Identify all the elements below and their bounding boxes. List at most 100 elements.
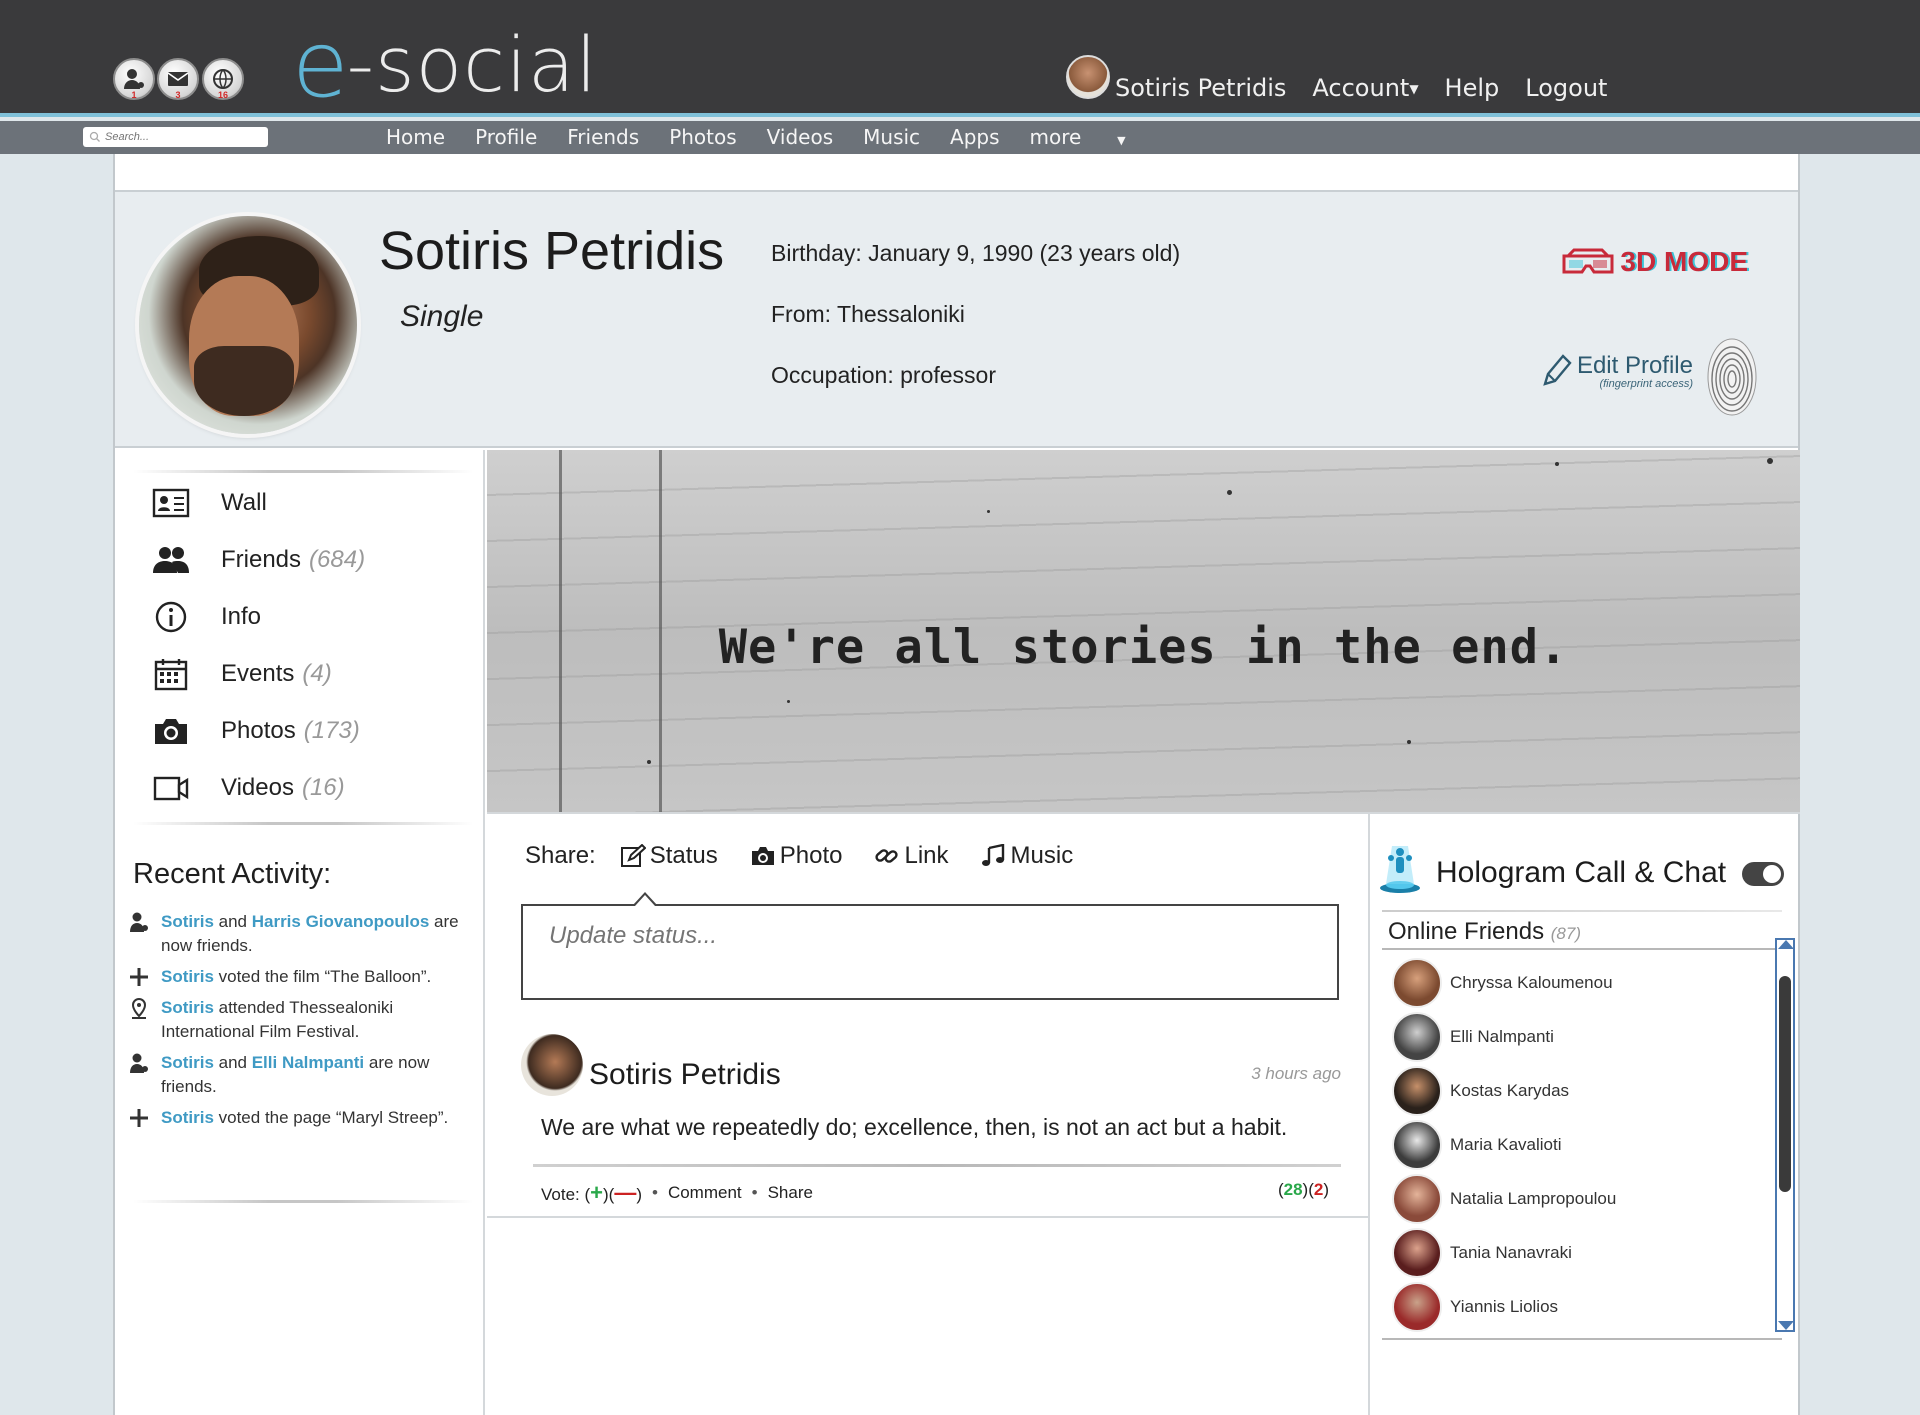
list-item[interactable]: Chryssa Kaloumenou	[1392, 958, 1613, 1008]
activity-link[interactable]: Sotiris	[161, 998, 214, 1017]
divider	[133, 1200, 473, 1203]
post-text: We are what we repeatedly do; excellence…	[541, 1114, 1288, 1140]
plus-icon	[130, 1109, 148, 1127]
nav-apps[interactable]: Apps	[950, 125, 1000, 149]
sidebar-item-friends[interactable]: Friends (684)	[133, 531, 473, 588]
activity-item: Sotiris attended Thessealoniki Internati…	[127, 996, 477, 1044]
activity-item: Sotiris voted the film “The Balloon”.	[127, 965, 477, 989]
activity-link[interactable]: Sotiris	[161, 912, 214, 931]
list-item[interactable]: Elli Nalmpanti	[1392, 1012, 1554, 1062]
nav-more[interactable]: more ▼	[1030, 125, 1156, 149]
caret-down-icon: ▼	[1117, 134, 1126, 147]
nav-music[interactable]: Music	[863, 125, 920, 149]
edit-profile-label: Edit Profile	[1576, 352, 1693, 379]
profile-info: Birthday: January 9, 1990 (23 years old)…	[771, 242, 1180, 425]
sidebar-item-wall[interactable]: Wall	[133, 474, 473, 531]
scroll-down-icon[interactable]	[1778, 1321, 1794, 1330]
share-status-label: Status	[649, 842, 718, 869]
3d-mode-label: 3D MODE	[1620, 246, 1748, 277]
list-item[interactable]: Kostas Karydas	[1392, 1066, 1569, 1116]
activity-item: Sotiris voted the page “Maryl Streep”.	[127, 1106, 477, 1130]
scroll-up-icon[interactable]	[1778, 940, 1794, 949]
share-photo-button[interactable]: Photo	[750, 842, 842, 870]
messages-button[interactable]: 3	[157, 58, 199, 100]
list-item[interactable]: Maria Kavalioti	[1392, 1120, 1562, 1170]
divider	[487, 1216, 1370, 1218]
profile-picture[interactable]	[139, 216, 357, 434]
post-author[interactable]: Sotiris Petridis	[589, 1058, 781, 1092]
music-note-icon	[981, 844, 1004, 866]
divider	[533, 1164, 1341, 1167]
sidebar-item-photos[interactable]: Photos (173)	[133, 702, 473, 759]
avatar	[1392, 958, 1442, 1008]
fingerprint-icon[interactable]	[1706, 337, 1758, 417]
logo[interactable]: e -social	[292, 19, 598, 111]
list-item[interactable]: Tania Nanavraki	[1392, 1228, 1572, 1278]
vote-counts: (28)(2)	[1277, 1180, 1329, 1199]
online-friends-count: (87)	[1550, 924, 1581, 943]
user-avatar[interactable]	[1066, 55, 1110, 99]
activity-item: Sotiris and Harris Giovanopoulos are now…	[127, 910, 477, 958]
nav-friends[interactable]: Friends	[567, 125, 639, 149]
activity-link[interactable]: Sotiris	[161, 967, 214, 986]
avatar	[1392, 1120, 1442, 1170]
sidebar-item-videos[interactable]: Videos (16)	[133, 759, 473, 816]
search-input[interactable]	[105, 131, 255, 143]
friend-icon	[130, 1053, 148, 1073]
pencil-icon	[1543, 354, 1572, 386]
account-label: Account	[1312, 74, 1410, 102]
logout-link[interactable]: Logout	[1525, 74, 1607, 102]
share-link-label: Link	[904, 842, 949, 869]
share-status-button[interactable]: Status	[620, 842, 718, 870]
recent-activity-list: Sotiris and Harris Giovanopoulos are now…	[127, 910, 477, 1137]
sidebar-item-events[interactable]: Events (4)	[133, 645, 473, 702]
help-link[interactable]: Help	[1445, 74, 1500, 102]
cover-photo[interactable]: We're all stories in the end.	[487, 450, 1800, 814]
scroll-thumb[interactable]	[1779, 976, 1791, 1192]
share-label: Share:	[525, 842, 596, 869]
status-input[interactable]	[523, 906, 1337, 998]
info-icon	[155, 601, 187, 632]
nav-photos[interactable]: Photos	[669, 125, 736, 149]
share-button[interactable]: Share	[768, 1183, 813, 1203]
vote-up-button[interactable]: +	[590, 1180, 603, 1205]
online-friends-list: Chryssa Kaloumenou Elli Nalmpanti Kostas…	[1382, 948, 1782, 1340]
share-music-button[interactable]: Music	[981, 842, 1073, 870]
sidebar-item-label: Videos	[221, 773, 294, 801]
main-nav: Home Profile Friends Photos Videos Music…	[386, 125, 1186, 149]
notifications-button[interactable]: 16	[202, 58, 244, 100]
nav-home[interactable]: Home	[386, 125, 445, 149]
status-composer	[521, 892, 1339, 1000]
user-name-link[interactable]: Sotiris Petridis	[1115, 74, 1286, 102]
activity-link[interactable]: Sotiris	[161, 1053, 214, 1072]
sidebar-item-label: Events	[221, 659, 295, 687]
left-sidebar: Wall Friends (684) Info Events (4) Photo…	[115, 450, 485, 1415]
nav-profile[interactable]: Profile	[475, 125, 537, 149]
share-link-button[interactable]: Link	[874, 842, 949, 870]
feed: Share: Status Photo Link Music Update st…	[487, 814, 1370, 1415]
chat-toggle[interactable]	[1742, 862, 1784, 886]
list-item[interactable]: Yiannis Liolios	[1392, 1282, 1558, 1332]
3d-mode-button[interactable]: 3D MODE	[1560, 246, 1748, 278]
divider	[1382, 910, 1782, 912]
share-bar: Share: Status Photo Link Music	[525, 842, 1105, 870]
post-timestamp: 3 hours ago	[1251, 1064, 1341, 1083]
account-menu[interactable]: Account▼	[1312, 74, 1418, 102]
relationship-status: Single	[400, 300, 484, 333]
friends-scrollbar[interactable]	[1775, 938, 1795, 1332]
activity-link[interactable]: Elli Nalmpanti	[252, 1053, 364, 1072]
list-item[interactable]: Natalia Lampropoulou	[1392, 1174, 1616, 1224]
messages-count: 3	[175, 90, 181, 100]
vote-down-button[interactable]: —	[614, 1180, 636, 1205]
friend-requests-button[interactable]: 1	[113, 58, 155, 100]
comment-button[interactable]: Comment	[668, 1183, 742, 1203]
activity-link[interactable]: Harris Giovanopoulos	[252, 912, 430, 931]
nav-videos[interactable]: Videos	[767, 125, 833, 149]
cover-quote: We're all stories in the end.	[718, 620, 1569, 675]
up-votes: 28	[1283, 1180, 1303, 1199]
sidebar-item-info[interactable]: Info	[133, 588, 473, 645]
caret-down-icon: ▼	[1409, 82, 1419, 96]
activity-link[interactable]: Sotiris	[161, 1108, 214, 1127]
edit-profile-button[interactable]: Edit Profile (fingerprint access)	[1541, 352, 1693, 390]
avatar[interactable]	[521, 1034, 583, 1096]
